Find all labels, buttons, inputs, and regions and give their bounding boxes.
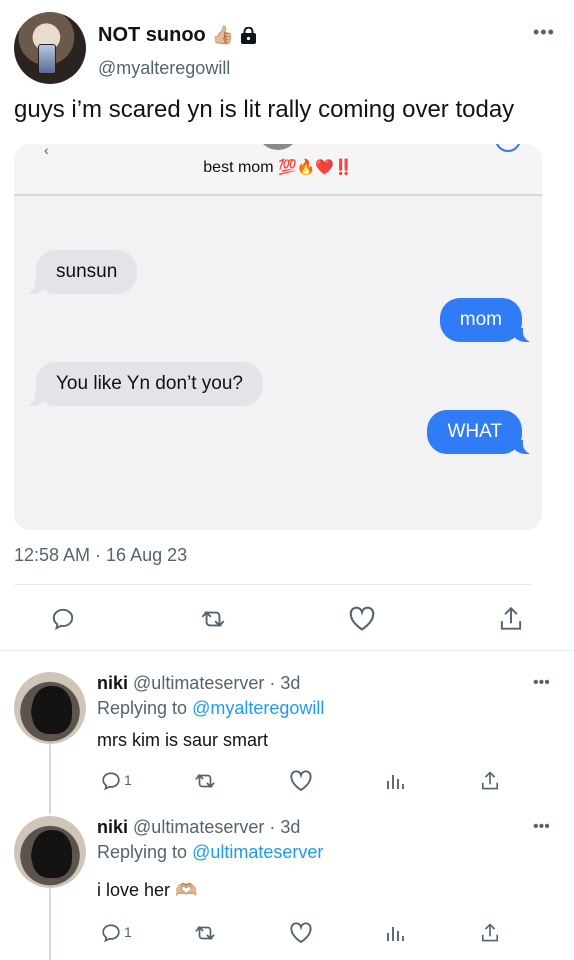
heart-icon[interactable] [286,766,316,796]
lock-icon [240,26,257,45]
more-options-icon[interactable]: ••• [533,818,550,836]
contact-emoji: 💯🔥❤️‼️ [277,159,353,176]
reply-avatar[interactable] [14,816,86,888]
reply-author-name[interactable]: niki [97,673,128,693]
reply-icon[interactable] [96,918,126,948]
thread-line [49,744,51,814]
reply-avatar[interactable] [14,672,86,744]
reply-author-row[interactable]: niki @ultimateserver · 3d [97,817,300,838]
share-icon[interactable] [475,766,505,796]
contact-avatar [258,144,298,150]
message-received: sunsun [23,250,138,294]
share-icon[interactable] [496,604,526,634]
reply-author-handle[interactable]: @ultimateserver [133,817,264,837]
chat-header: ‹ best mom 💯🔥❤️‼️ [14,144,542,196]
reply-text: i love her 🫶🏼 [97,880,198,900]
reply-icon[interactable] [96,766,126,796]
reply-age: · 3d [269,673,301,693]
thread-line [49,888,51,960]
message-sent: WHAT [427,410,535,454]
thumbs-up-emoji: 👍🏼 [211,25,235,45]
reply-icon[interactable] [48,604,78,634]
reply-author-handle[interactable]: @ultimateserver [133,673,264,693]
replying-to-link[interactable]: @ultimateserver [192,842,323,862]
author-display-name[interactable]: NOT sunoo [98,24,206,47]
message-received: You like Yn don’t you? [23,362,263,406]
reply-author-row[interactable]: niki @ultimateserver · 3d [97,673,300,694]
contact-name-row: best mom 💯🔥❤️‼️ [14,158,542,177]
share-icon[interactable] [475,918,505,948]
heart-icon[interactable] [347,604,377,634]
author-avatar[interactable] [14,12,86,84]
replying-to-link[interactable]: @myalteregowill [192,698,324,718]
tweet-timestamp[interactable]: 12:58 AM · 16 Aug 23 [14,545,187,566]
replying-prefix: Replying to [97,698,188,718]
reply-count: 1 [124,924,132,940]
divider [0,650,574,651]
retweet-icon[interactable] [190,766,220,796]
reply-count: 1 [124,772,132,788]
message-sent: mom [439,298,535,342]
chat-screenshot-image[interactable]: ‹ best mom 💯🔥❤️‼️ sunsun mom You like Yn… [14,144,542,530]
more-options-icon[interactable]: ••• [533,674,550,692]
reply-age: · 3d [269,817,301,837]
more-options-icon[interactable]: ••• [533,22,555,43]
views-icon[interactable] [380,766,410,796]
author-name-row[interactable]: NOT sunoo 👍🏼 [98,24,257,47]
retweet-icon[interactable] [190,918,220,948]
views-icon[interactable] [380,918,410,948]
divider [14,584,532,585]
retweet-icon[interactable] [198,604,228,634]
info-icon [495,144,521,152]
replying-prefix: Replying to [97,842,188,862]
replying-to: Replying to @ultimateserver [97,842,323,863]
replying-to: Replying to @myalteregowill [97,698,324,719]
contact-name: best mom [203,159,274,176]
author-handle[interactable]: @myalteregowill [98,58,230,79]
back-arrow-icon: ‹ [44,144,49,158]
reply-author-name[interactable]: niki [97,817,128,837]
phone-image [38,44,56,74]
heart-icon[interactable] [286,918,316,948]
reply-text: mrs kim is saur smart [97,730,268,750]
tweet-text: guys i’m scared yn is lit rally coming o… [14,96,515,123]
